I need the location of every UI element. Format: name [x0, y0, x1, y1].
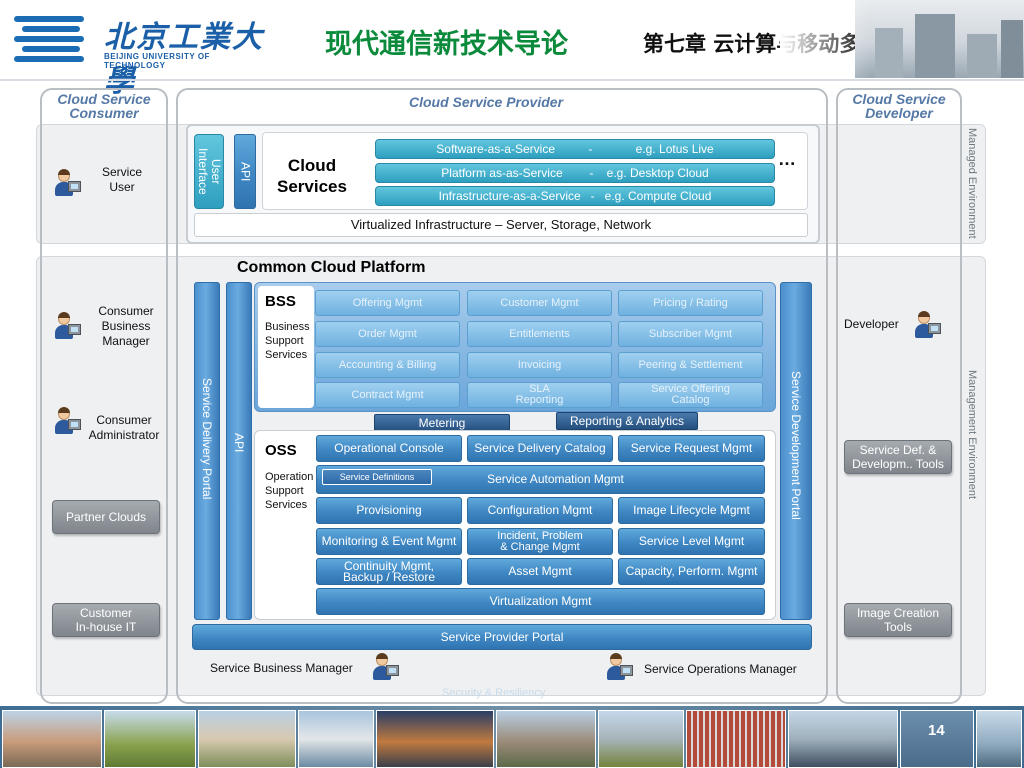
consumer-administrator-label: Consumer Administrator — [88, 413, 160, 442]
campus-photo-7 — [598, 710, 684, 768]
logo-mark-icon — [14, 14, 96, 64]
bss-description: Business Support Services — [265, 321, 310, 361]
oss-image-lifecycle-mgmt[interactable]: Image Lifecycle Mgmt — [618, 497, 765, 524]
consumer-business-manager-icon — [52, 312, 82, 341]
service-user-icon — [52, 169, 82, 198]
bss-service-offering-catalog[interactable]: Service Offering Catalog — [618, 382, 763, 408]
oss-service-delivery-catalog[interactable]: Service Delivery Catalog — [467, 435, 613, 462]
user-interface-button[interactable]: User Interface — [194, 134, 224, 209]
bss-subscriber-mgmt[interactable]: Subscriber Mgmt — [618, 321, 763, 347]
footer-photo-strip — [0, 706, 1024, 768]
oss-service-definitions-tag[interactable]: Service Definitions — [322, 469, 432, 485]
management-environment-label: Management Environment — [966, 370, 978, 500]
developer-panel-title: Cloud Service Developer — [852, 91, 946, 121]
reporting-analytics-button[interactable]: Reporting & Analytics — [556, 412, 698, 430]
campus-photo-8 — [686, 710, 786, 768]
consumer-administrator-icon — [52, 407, 82, 436]
page-number: 14 — [928, 722, 945, 739]
service-provider-portal-bar[interactable]: Service Provider Portal — [192, 624, 812, 650]
bss-offering-mgmt[interactable]: Offering Mgmt — [315, 290, 460, 316]
developer-icon — [912, 311, 942, 340]
saas-button[interactable]: Software-as-a-Service - e.g. Lotus Live — [375, 139, 775, 159]
oss-virtualization-mgmt[interactable]: Virtualization Mgmt — [316, 588, 765, 615]
campus-photo-4 — [298, 710, 374, 768]
oss-asset-mgmt[interactable]: Asset Mgmt — [467, 558, 613, 585]
oss-service-request-mgmt[interactable]: Service Request Mgmt — [618, 435, 765, 462]
bss-peering-settlement[interactable]: Peering & Settlement — [618, 352, 763, 378]
campus-photo-11 — [976, 710, 1022, 768]
oss-provisioning[interactable]: Provisioning — [316, 497, 462, 524]
common-cloud-platform-title: Common Cloud Platform — [237, 259, 426, 276]
bss-pricing-rating[interactable]: Pricing / Rating — [618, 290, 763, 316]
oss-service-level-mgmt[interactable]: Service Level Mgmt — [618, 528, 765, 555]
bss-contract-mgmt[interactable]: Contract Mgmt — [315, 382, 460, 408]
slide-title: 现代通信新技术导论 — [325, 29, 568, 60]
oss-title: OSS — [265, 442, 297, 459]
campus-photo-2 — [104, 710, 196, 768]
service-operations-manager-label: Service Operations Manager — [644, 662, 797, 676]
oss-monitoring-event-mgmt[interactable]: Monitoring & Event Mgmt — [316, 528, 462, 555]
campus-photo-5 — [376, 710, 494, 768]
service-development-portal-bar[interactable]: Service Development Portal — [780, 282, 812, 620]
image-creation-tools-button[interactable]: Image Creation Tools — [844, 603, 952, 637]
provider-panel-title: Cloud Service Provider — [408, 94, 564, 110]
header-divider — [0, 79, 1024, 81]
virtualized-infrastructure-bar: Virtualized Infrastructure – Server, Sto… — [194, 213, 808, 237]
more-services-ellipsis: … — [778, 149, 796, 169]
campus-photo-10 — [900, 710, 974, 768]
paas-button[interactable]: Platform as-as-Service - e.g. Desktop Cl… — [375, 163, 775, 183]
service-delivery-portal-bar[interactable]: Service Delivery Portal — [194, 282, 220, 620]
partner-clouds-button[interactable]: Partner Clouds — [52, 500, 160, 534]
university-logo: 北京工業大學 BEIJING UNIVERSITY OF TECHNOLOGY — [14, 10, 274, 99]
service-operations-manager-icon — [604, 653, 634, 682]
campus-photo-6 — [496, 710, 596, 768]
consumer-panel-title: Cloud Service Consumer — [57, 91, 151, 121]
service-business-manager-label: Service Business Manager — [210, 661, 353, 675]
bss-invoicing[interactable]: Invoicing — [467, 352, 612, 378]
security-resiliency-label: Security & Resiliency — [442, 687, 546, 699]
campus-photo-1 — [2, 710, 102, 768]
customer-inhouse-it-button[interactable]: Customer In-house IT — [52, 603, 160, 637]
bss-title: BSS — [265, 293, 296, 310]
bss-customer-mgmt[interactable]: Customer Mgmt — [467, 290, 612, 316]
bss-sla-reporting[interactable]: SLA Reporting — [467, 382, 612, 408]
oss-incident-problem-change[interactable]: Incident, Problem & Change Mgmt — [467, 528, 613, 555]
service-user-label: Service User — [101, 165, 142, 194]
managed-environment-label: Managed Environment — [966, 128, 978, 239]
oss-configuration-mgmt[interactable]: Configuration Mgmt — [467, 497, 613, 524]
oss-capacity-performance-mgmt[interactable]: Capacity, Perform. Mgmt — [618, 558, 765, 585]
api-top-button[interactable]: API — [234, 134, 256, 209]
oss-continuity-backup[interactable]: Continuity Mgmt, Backup / Restore — [316, 558, 462, 585]
consumer-business-manager-label: Consumer Business Manager — [98, 304, 154, 348]
service-business-manager-icon — [370, 653, 400, 682]
oss-description: Operation Support Services — [265, 471, 314, 511]
bss-order-mgmt[interactable]: Order Mgmt — [315, 321, 460, 347]
cloud-services-title: Cloud Services — [277, 156, 347, 196]
bss-accounting-billing[interactable]: Accounting & Billing — [315, 352, 460, 378]
header-campus-photo — [855, 0, 1024, 78]
iaas-button[interactable]: Infrastructure-as-a-Service - e.g. Compu… — [375, 186, 775, 206]
oss-operational-console[interactable]: Operational Console — [316, 435, 462, 462]
slide-header: 北京工業大學 BEIJING UNIVERSITY OF TECHNOLOGY … — [0, 0, 1024, 99]
api-platform-bar[interactable]: API — [226, 282, 252, 620]
developer-label: Developer — [844, 317, 899, 331]
service-def-tools-button[interactable]: Service Def. & Developm.. Tools — [844, 440, 952, 474]
bss-entitlements[interactable]: Entitlements — [467, 321, 612, 347]
campus-photo-9 — [788, 710, 898, 768]
campus-photo-3 — [198, 710, 296, 768]
logo-english-name: BEIJING UNIVERSITY OF TECHNOLOGY — [104, 52, 210, 70]
